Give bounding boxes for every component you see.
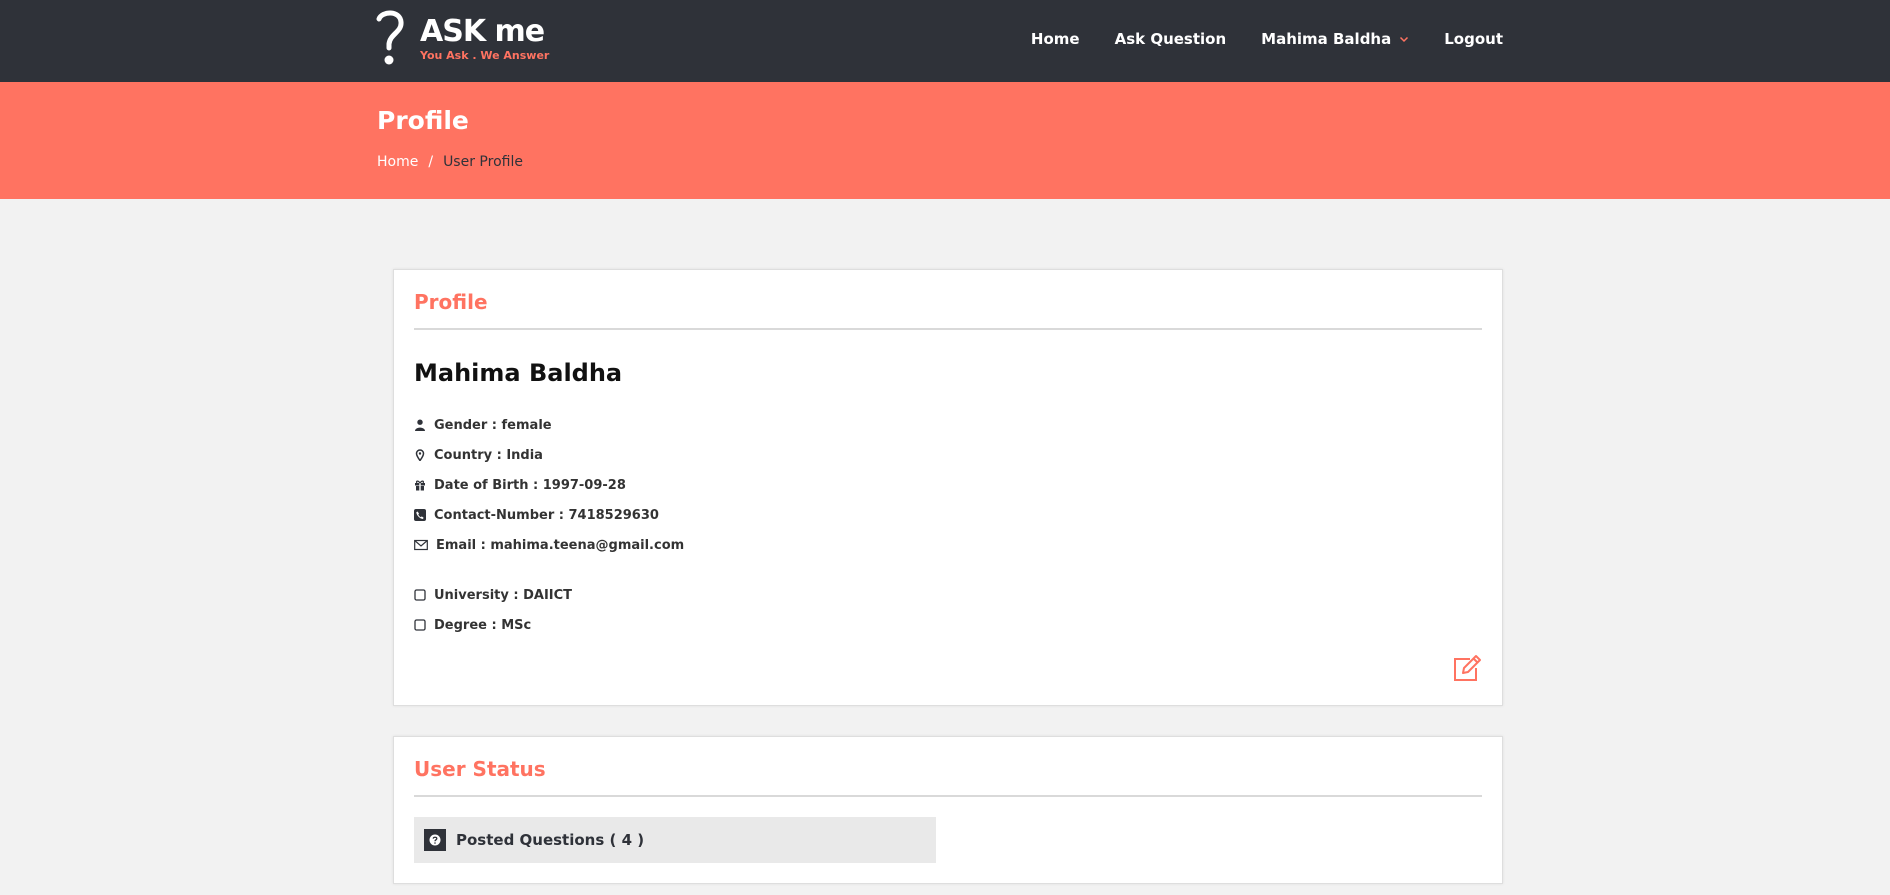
square-icon <box>414 619 426 631</box>
posted-questions-label: Posted Questions ( 4 ) <box>456 831 645 849</box>
divider <box>414 795 1482 797</box>
phone-icon <box>414 509 426 521</box>
nav-user-name: Mahima Baldha <box>1261 30 1392 48</box>
breadcrumb-home[interactable]: Home <box>377 154 418 170</box>
email-field: Email : mahima.teena@gmail.com <box>414 535 684 555</box>
user-status-heading: User Status <box>414 757 546 781</box>
country-label: Country : India <box>434 447 543 463</box>
degree-field: Degree : MSc <box>414 615 531 635</box>
user-status-card: User Status Posted Questions ( 4 ) <box>393 736 1503 884</box>
question-mark-logo-icon <box>376 10 404 65</box>
gift-icon <box>415 480 425 491</box>
user-icon <box>415 419 425 431</box>
logo-tagline: You Ask . We Answer <box>420 49 550 62</box>
nav-home[interactable]: Home <box>1031 30 1080 48</box>
breadcrumb-separator: / <box>428 154 434 170</box>
contact-label: Contact-Number : 7418529630 <box>434 507 659 523</box>
university-label: University : DAIICT <box>434 587 573 603</box>
breadcrumb: Home / User Profile <box>377 154 523 170</box>
main-nav: Home Ask Question Mahima Baldha Logout <box>996 0 1503 78</box>
email-label: Email : mahima.teena@gmail.com <box>436 537 685 553</box>
page-banner: Profile Home / User Profile <box>0 82 1890 199</box>
dob-field: Date of Birth : 1997-09-28 <box>414 475 626 495</box>
contact-field: Contact-Number : 7418529630 <box>414 505 659 525</box>
chevron-down-icon <box>1400 36 1409 43</box>
breadcrumb-current: User Profile <box>443 154 523 170</box>
profile-heading: Profile <box>414 290 488 314</box>
university-field: University : DAIICT <box>414 585 572 605</box>
nav-ask-question[interactable]: Ask Question <box>1115 30 1227 48</box>
logo[interactable]: ASK me You Ask . We Answer <box>376 10 549 70</box>
divider <box>414 328 1482 330</box>
gender-label: Gender : female <box>434 417 552 433</box>
logo-title: ASK me <box>420 14 545 49</box>
page-title: Profile <box>377 106 469 135</box>
posted-questions-item[interactable]: Posted Questions ( 4 ) <box>414 817 936 863</box>
question-circle-icon-box <box>424 829 446 851</box>
degree-label: Degree : MSc <box>434 617 532 633</box>
country-field: Country : India <box>414 445 543 465</box>
edit-icon[interactable] <box>1452 654 1482 682</box>
top-navbar: ASK me You Ask . We Answer Home Ask Ques… <box>0 0 1890 82</box>
nav-logout[interactable]: Logout <box>1444 30 1503 48</box>
profile-card: Profile Mahima Baldha Gender : female Co… <box>393 269 1503 706</box>
dob-label: Date of Birth : 1997-09-28 <box>434 477 626 493</box>
nav-user-menu[interactable]: Mahima Baldha <box>1261 30 1409 48</box>
gender-field: Gender : female <box>414 415 552 435</box>
question-circle-icon <box>429 834 441 846</box>
envelope-icon <box>414 539 428 551</box>
map-marker-icon <box>415 449 425 461</box>
user-name: Mahima Baldha <box>414 359 623 387</box>
square-icon <box>414 589 426 601</box>
